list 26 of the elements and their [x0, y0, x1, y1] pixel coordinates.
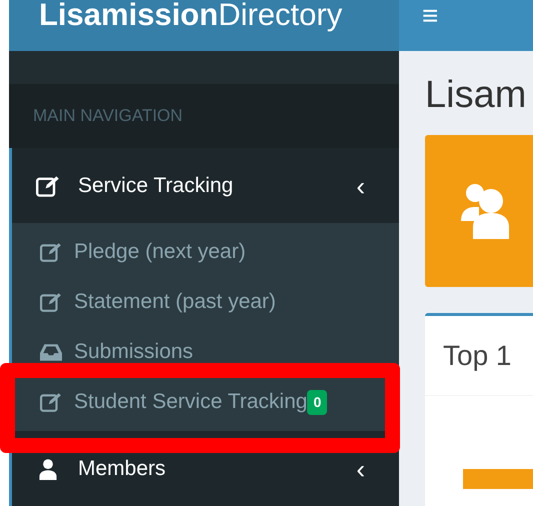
submenu-label: Submissions — [74, 339, 194, 366]
submenu-item[interactable]: Submissions — [12, 327, 399, 377]
edit-icon — [40, 292, 62, 312]
box-title: Top 1 — [443, 338, 512, 373]
edit-icon — [40, 392, 62, 412]
menu-toggle[interactable]: ≡ — [422, 0, 438, 32]
app-logo[interactable]: LisamissionDirectory — [39, 0, 342, 33]
edit-icon — [36, 174, 60, 196]
submenu-item[interactable]: Statement (past year) — [12, 277, 399, 327]
menu-label: Members — [78, 456, 167, 482]
edit-icon — [40, 242, 62, 262]
submenu-label: Pledge (next year) — [74, 239, 246, 266]
menu-item[interactable]: Service Tracking ‹ — [12, 148, 399, 223]
submenu-item[interactable]: Pledge (next year) — [12, 227, 399, 277]
inbox-icon — [40, 342, 62, 362]
caret-icon: ‹ — [356, 172, 365, 198]
page-title: Lisam — [425, 73, 528, 117]
count-badge: 0 — [307, 390, 328, 414]
section-heading: MAIN NAVIGATION — [33, 105, 183, 128]
submenu-label: Student Service Tracking — [74, 389, 308, 416]
submenu-item[interactable]: Student Service Tracking 0 — [12, 377, 399, 427]
caret-icon: ‹ — [356, 456, 365, 482]
chart-bar — [463, 469, 533, 489]
users-icon — [459, 181, 509, 241]
menu-label: Service Tracking — [78, 172, 234, 199]
submenu-label: Statement (past year) — [74, 289, 276, 316]
